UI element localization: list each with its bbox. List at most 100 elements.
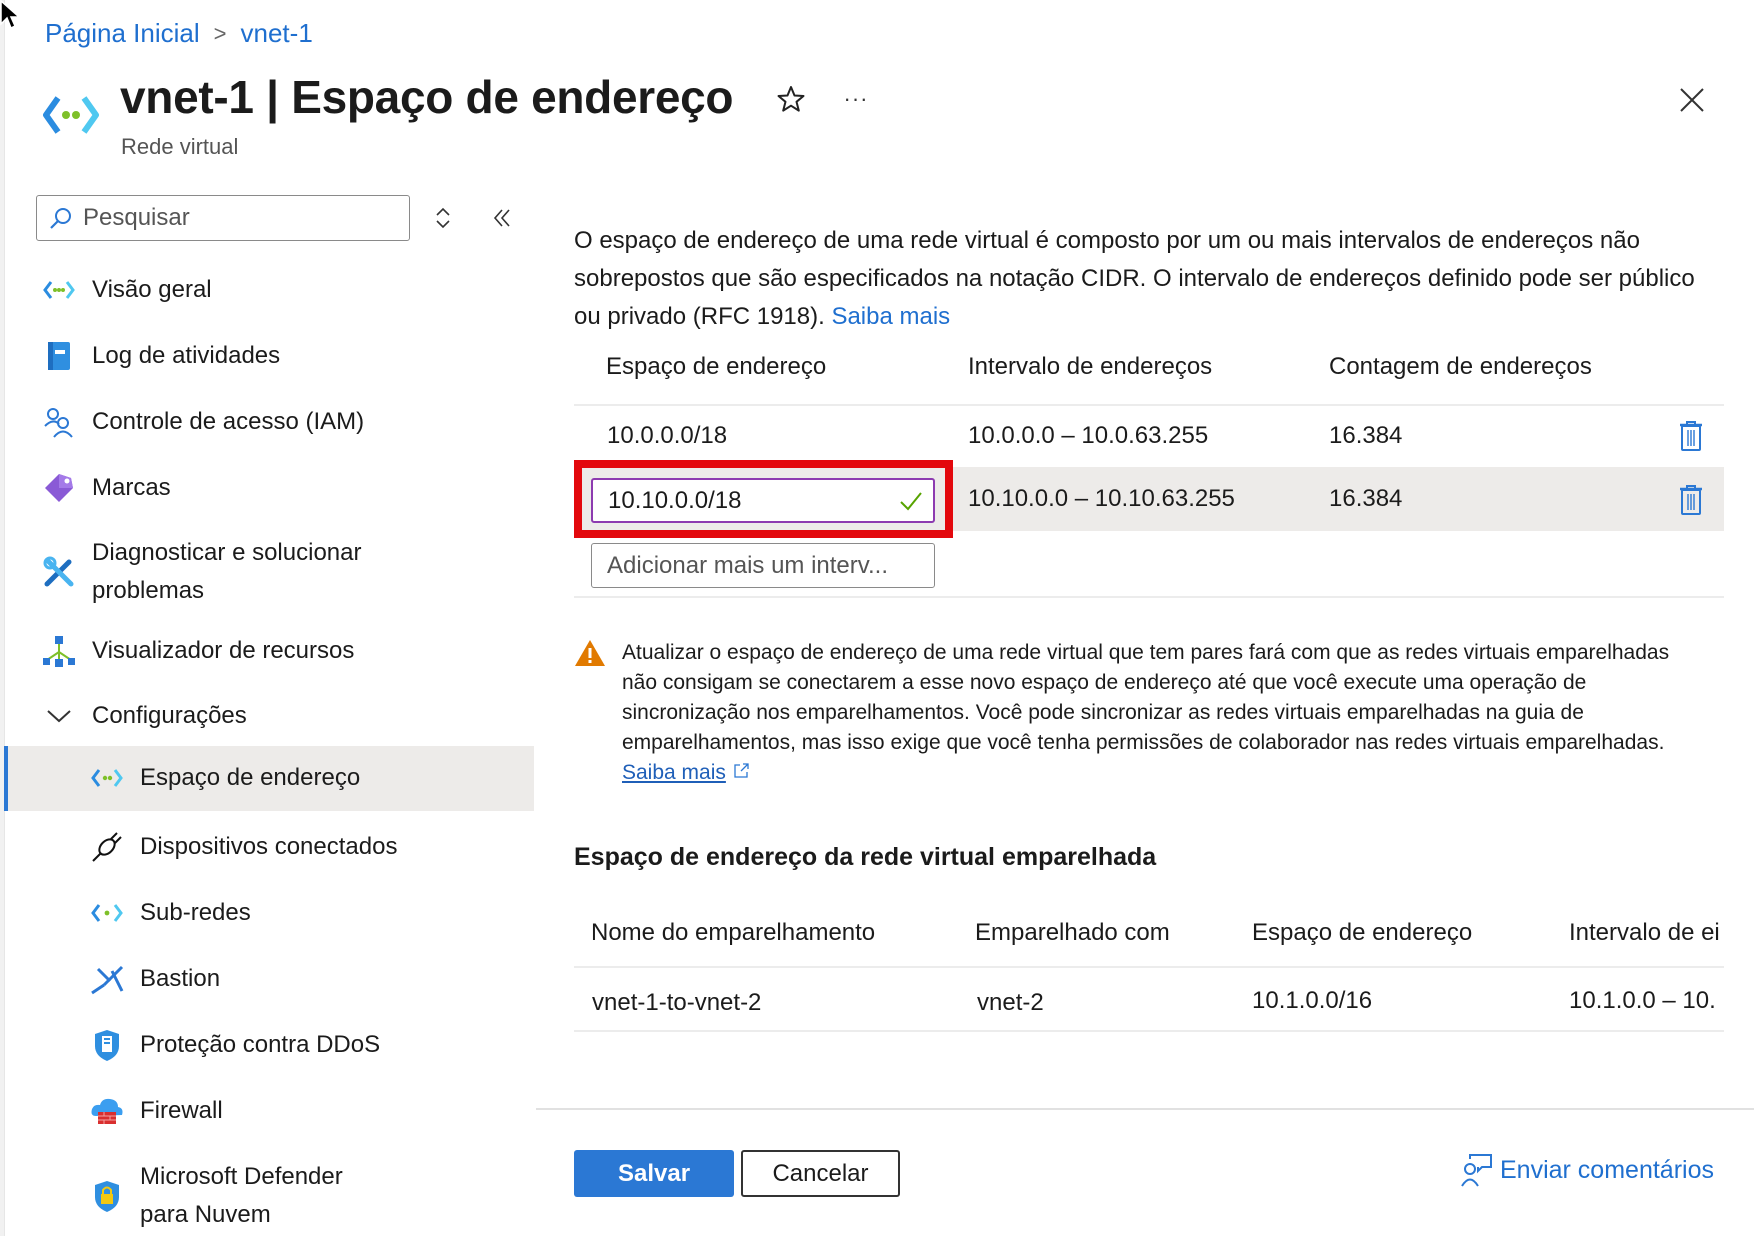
table-header-address-space: Espaço de endereço — [606, 353, 827, 380]
send-feedback-link[interactable]: Enviar comentários — [1460, 1153, 1714, 1187]
sidebar-item-label: Visão geral — [92, 276, 212, 303]
plug-icon — [90, 830, 124, 864]
sidebar-item-label: Sub-redes — [140, 899, 251, 926]
sidebar-search[interactable] — [36, 195, 410, 241]
warning-message: Atualizar o espaço de endereço de uma re… — [622, 638, 1702, 788]
sidebar-search-input[interactable] — [83, 204, 383, 232]
expand-collapse-sort-icon[interactable] — [432, 205, 454, 231]
sidebar-item-label: Configurações — [92, 702, 247, 729]
defender-icon — [90, 1179, 124, 1213]
cell-address-space: 10.0.0.0/18 — [607, 422, 728, 449]
footer-divider — [536, 1108, 1754, 1110]
close-icon[interactable] — [1677, 85, 1707, 115]
cell-address-range: 10.10.0.0 – 10.10.63.255 — [968, 485, 1235, 512]
sidebar-item-address-space[interactable]: Espaço de endereço — [4, 746, 534, 811]
peering-header-divider — [574, 966, 1724, 968]
intro-paragraph: O espaço de endereço de uma rede virtual… — [574, 222, 1724, 336]
page-subtitle: Rede virtual — [121, 134, 239, 159]
delete-trash-icon[interactable] — [1678, 484, 1704, 516]
peering-header-peer: Emparelhado com — [975, 919, 1170, 946]
sidebar-item-subnets[interactable]: Sub-redes — [4, 894, 534, 932]
firewall-icon — [90, 1094, 124, 1128]
sidebar-item-label-line2: para Nuvem — [140, 1201, 271, 1228]
cell-address-count: 16.384 — [1329, 485, 1403, 512]
warning-learn-more-link[interactable]: Saiba mais — [622, 761, 726, 784]
sidebar-item-label: Marcas — [92, 474, 171, 501]
sidebar-item-tags[interactable]: Marcas — [4, 469, 534, 507]
vnet-icon — [42, 273, 76, 307]
peering-cell-address-space: 10.1.0.0/16 — [1252, 987, 1373, 1014]
vnet-icon — [90, 761, 124, 795]
table-header-address-range: Intervalo de endereços — [968, 353, 1213, 380]
highlight-annotation-box — [574, 460, 953, 538]
cell-address-range: 10.0.0.0 – 10.0.63.255 — [968, 422, 1209, 449]
sidebar-item-bastion[interactable]: Bastion — [4, 960, 534, 998]
sidebar-item-label: Controle de acesso (IAM) — [92, 408, 365, 435]
sidebar-item-label: Log de atividades — [92, 342, 281, 369]
cell-address-count: 16.384 — [1329, 422, 1403, 449]
sidebar-item-connected-devices[interactable]: Dispositivos conectados — [4, 828, 534, 866]
sidebar-item-defender[interactable]: Microsoft Defender para Nuvem — [4, 1158, 534, 1234]
peering-name-link[interactable]: vnet-1-to-vnet-2 — [592, 989, 761, 1017]
intro-learn-more-link[interactable]: Saiba mais — [831, 303, 950, 330]
collapse-sidebar-icon[interactable] — [490, 205, 514, 231]
sidebar-item-activity-log[interactable]: Log de atividades — [4, 337, 534, 375]
cancel-button[interactable]: Cancelar — [741, 1150, 900, 1197]
bastion-icon — [90, 962, 124, 996]
ddos-shield-icon — [90, 1028, 124, 1062]
favorite-star-icon[interactable] — [776, 84, 806, 114]
sidebar-item-label: Espaço de endereço — [140, 764, 361, 791]
sidebar-item-label: Bastion — [140, 965, 221, 992]
mouse-cursor-icon — [0, 0, 21, 30]
sidebar-item-firewall[interactable]: Firewall — [4, 1092, 534, 1130]
feedback-label: Enviar comentários — [1500, 1155, 1714, 1184]
external-link-icon — [734, 763, 749, 778]
breadcrumb: Página Inicial > vnet-1 — [45, 18, 313, 49]
add-address-range-input[interactable] — [607, 551, 927, 580]
breadcrumb-separator-icon: > — [213, 20, 227, 46]
sidebar-group-settings[interactable]: Configurações — [4, 697, 534, 735]
add-address-range-container[interactable] — [591, 543, 935, 588]
warning-icon — [575, 640, 605, 666]
virtual-network-icon — [43, 96, 99, 134]
tag-icon — [42, 471, 76, 505]
search-icon — [50, 208, 71, 229]
activity-log-icon — [42, 339, 76, 373]
page-title: vnet-1 | Espaço de endereço — [120, 71, 734, 123]
sidebar-item-iam[interactable]: Controle de acesso (IAM) — [4, 403, 534, 441]
intro-text: O espaço de endereço de uma rede virtual… — [574, 227, 1695, 330]
peering-cell-range: 10.1.0.0 – 10. — [1569, 987, 1716, 1014]
sidebar-item-label: Microsoft Defender — [140, 1163, 343, 1190]
sidebar-item-resource-visualizer[interactable]: Visualizador de recursos — [4, 632, 534, 670]
peering-header-range: Intervalo de ei — [1569, 919, 1720, 946]
peered-vnet-link[interactable]: vnet-2 — [977, 989, 1044, 1017]
sidebar-item-label: Diagnosticar e solucionar — [92, 539, 362, 566]
table-bottom-divider — [574, 596, 1724, 598]
subnet-icon — [90, 896, 124, 930]
delete-trash-icon[interactable] — [1678, 420, 1704, 452]
feedback-icon — [1461, 1154, 1492, 1187]
breadcrumb-vnet[interactable]: vnet-1 — [241, 18, 313, 49]
save-button[interactable]: Salvar — [574, 1150, 734, 1197]
table-header-divider — [574, 404, 1724, 406]
table-header-address-count: Contagem de endereços — [1329, 353, 1592, 380]
peering-section-title: Espaço de endereço da rede virtual empar… — [574, 843, 1157, 871]
sidebar-item-label: Firewall — [140, 1097, 223, 1124]
iam-icon — [42, 405, 76, 439]
chevron-down-icon — [42, 699, 76, 733]
resource-visualizer-icon — [42, 634, 76, 668]
more-options-icon[interactable]: ··· — [840, 86, 872, 114]
breadcrumb-home[interactable]: Página Inicial — [45, 18, 200, 49]
sidebar-item-diagnose[interactable]: Diagnosticar e solucionar problemas — [4, 534, 534, 610]
sidebar-item-overview[interactable]: Visão geral — [4, 271, 534, 309]
peering-header-name: Nome do emparelhamento — [591, 919, 876, 946]
sidebar-item-label-line2: problemas — [92, 577, 205, 604]
warning-text: Atualizar o espaço de endereço de uma re… — [622, 641, 1670, 754]
sidebar-item-label: Visualizador de recursos — [92, 637, 355, 664]
sidebar-item-label: Proteção contra DDoS — [140, 1031, 381, 1058]
wrench-icon — [42, 555, 76, 589]
sidebar-item-ddos-protection[interactable]: Proteção contra DDoS — [4, 1026, 534, 1064]
sidebar-item-label: Dispositivos conectados — [140, 833, 398, 860]
peering-header-address-space: Espaço de endereço — [1252, 919, 1473, 946]
peering-bottom-divider — [574, 1030, 1724, 1032]
